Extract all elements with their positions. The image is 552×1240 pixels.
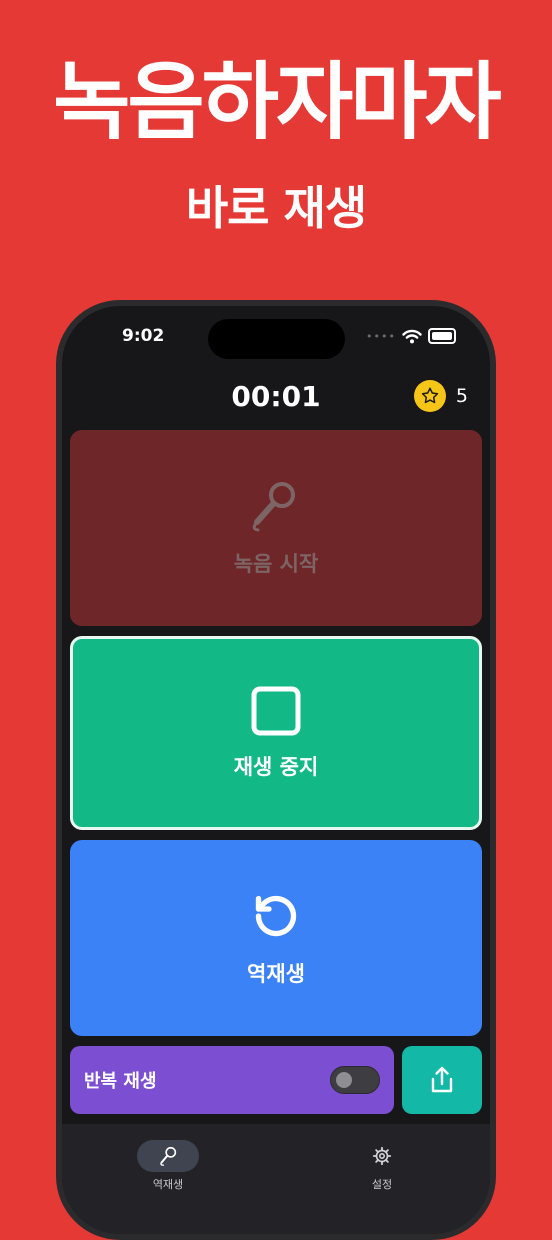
mic-icon — [160, 1146, 177, 1166]
signal-icon: •••• — [366, 329, 396, 343]
app-screen: 9:02 •••• 00:01 5 녹음 시작 재생 중지 역재생 반복 재생 … — [62, 306, 490, 1234]
stop-playback-label: 재생 중지 — [233, 755, 319, 779]
dynamic-island — [208, 319, 345, 359]
phone-frame: 9:02 •••• 00:01 5 녹음 시작 재생 중지 역재생 반복 재생 … — [56, 300, 496, 1240]
status-time: 9:02 — [122, 326, 165, 346]
stop-playback-button[interactable]: 재생 중지 — [70, 636, 482, 830]
tab-settings-label: 설정 — [371, 1178, 393, 1191]
rotate-ccw-icon — [255, 895, 297, 937]
promo-subline: 바로 재생 — [185, 181, 367, 235]
repeat-playback-label: 반복 재생 — [84, 1071, 157, 1092]
tab-bar: 역재생 설정 — [62, 1124, 490, 1234]
battery-icon — [428, 328, 456, 344]
gear-icon — [372, 1146, 392, 1166]
tab-selected-indicator — [137, 1140, 199, 1172]
tab-reverse[interactable]: 역재생 — [136, 1140, 200, 1192]
share-icon — [431, 1066, 453, 1093]
record-start-label: 녹음 시작 — [233, 552, 319, 576]
record-start-button[interactable]: 녹음 시작 — [70, 430, 482, 626]
reverse-play-label: 역재생 — [247, 962, 305, 986]
toggle-knob — [336, 1072, 352, 1088]
tab-settings[interactable]: 설정 — [350, 1140, 414, 1192]
wifi-icon — [402, 329, 422, 343]
star-counter[interactable]: 5 — [413, 380, 468, 412]
mic-icon — [252, 482, 295, 532]
repeat-playback-row: 반복 재생 — [70, 1046, 394, 1114]
promo-headline: 녹음하자마자 — [53, 53, 502, 151]
repeat-toggle[interactable] — [330, 1066, 380, 1094]
status-icons: •••• — [366, 328, 456, 344]
reverse-play-button[interactable]: 역재생 — [70, 840, 482, 1036]
star-count: 5 — [455, 385, 468, 407]
tab-reverse-label: 역재생 — [152, 1178, 184, 1191]
stop-icon — [251, 686, 301, 736]
share-button[interactable] — [402, 1046, 482, 1114]
star-icon — [413, 380, 446, 412]
